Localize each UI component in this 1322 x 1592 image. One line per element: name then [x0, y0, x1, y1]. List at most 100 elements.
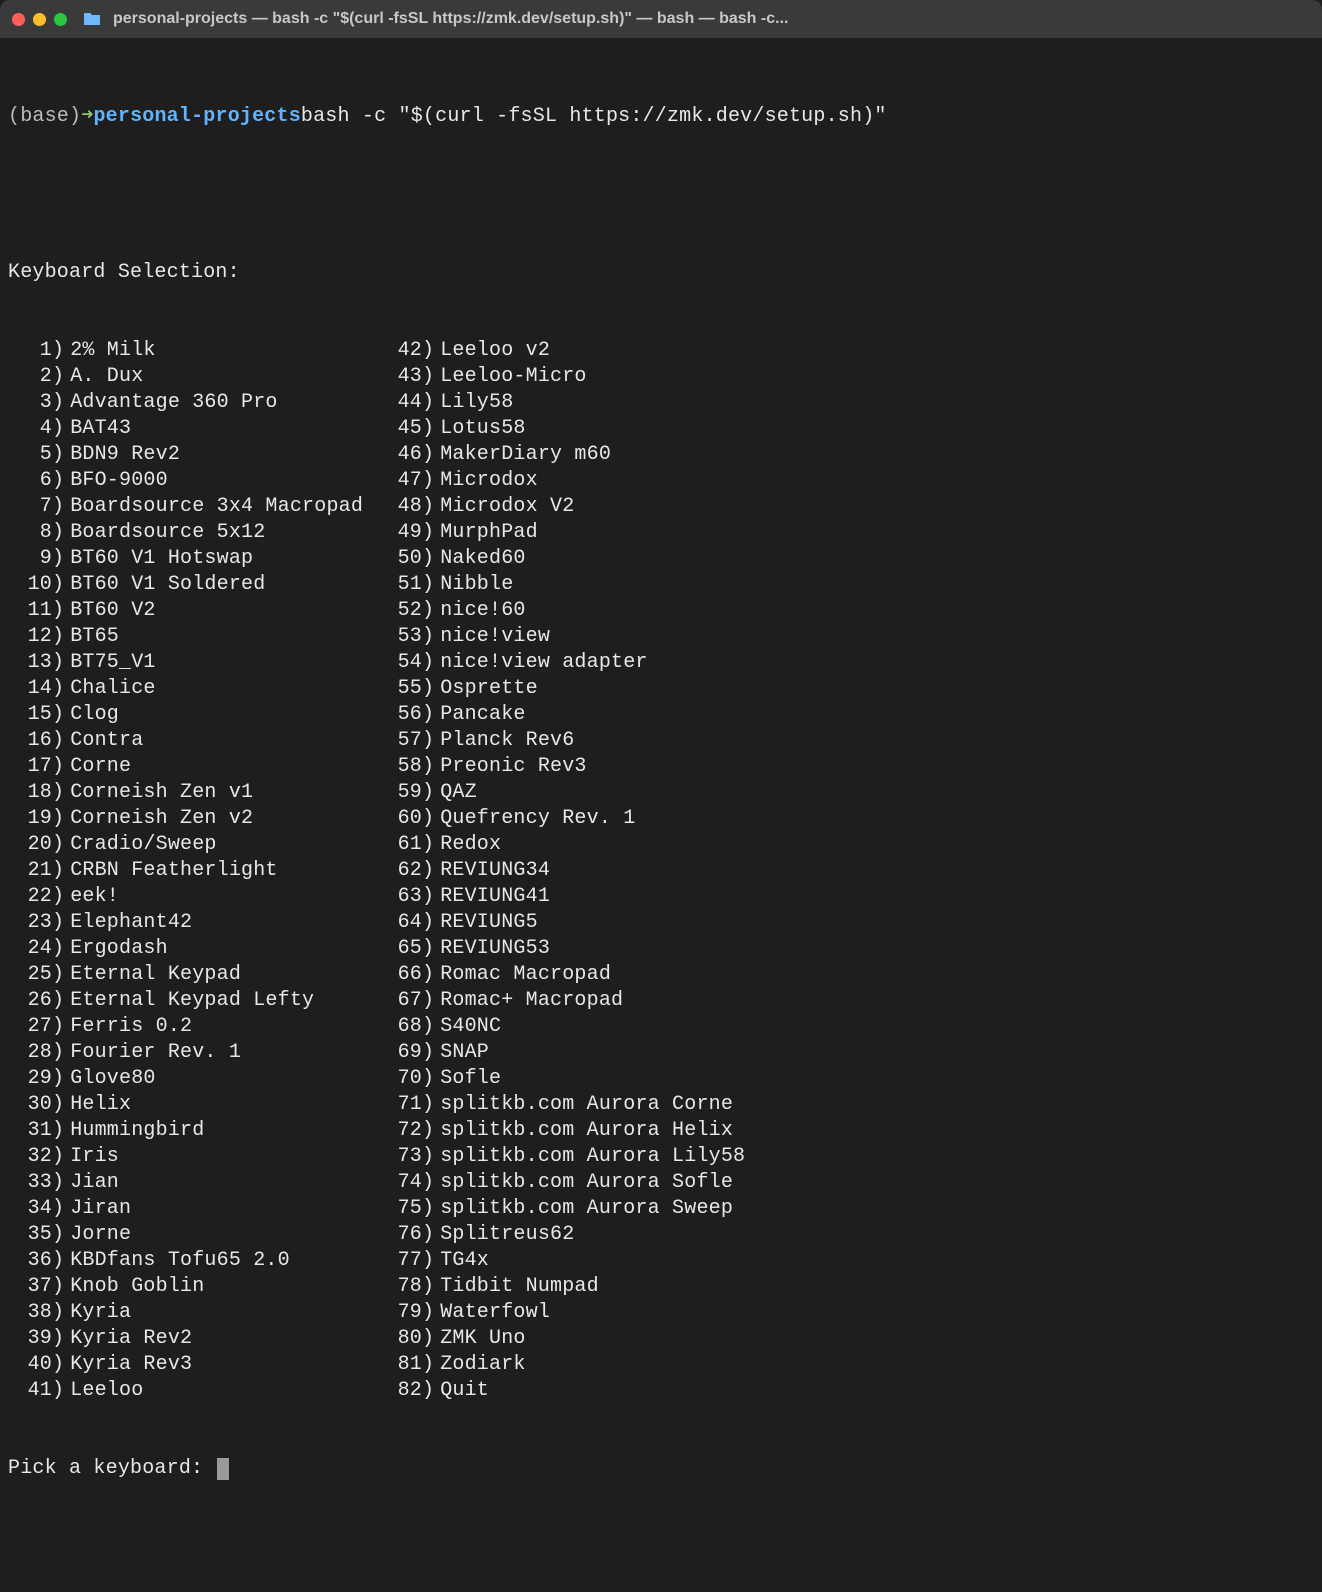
list-item[interactable]: 9)BT60 V1 Hotswap	[8, 546, 378, 572]
list-item[interactable]: 11)BT60 V2	[8, 598, 378, 624]
list-item[interactable]: 37)Knob Goblin	[8, 1274, 378, 1300]
list-item[interactable]: 51)Nibble	[378, 572, 745, 598]
list-item[interactable]: 81)Zodiark	[378, 1352, 745, 1378]
list-item[interactable]: 34)Jiran	[8, 1196, 378, 1222]
list-item[interactable]: 15)Clog	[8, 702, 378, 728]
list-item[interactable]: 41)Leeloo	[8, 1378, 378, 1404]
list-item[interactable]: 21)CRBN Featherlight	[8, 858, 378, 884]
list-item-paren: )	[422, 1014, 434, 1040]
list-item[interactable]: 50)Naked60	[378, 546, 745, 572]
list-item[interactable]: 66)Romac Macropad	[378, 962, 745, 988]
list-item-number: 34	[8, 1196, 52, 1222]
list-item[interactable]: 4)BAT43	[8, 416, 378, 442]
list-item[interactable]: 55)Osprette	[378, 676, 745, 702]
list-item[interactable]: 18)Corneish Zen v1	[8, 780, 378, 806]
list-item[interactable]: 19)Corneish Zen v2	[8, 806, 378, 832]
maximize-icon[interactable]	[54, 13, 67, 26]
list-item[interactable]: 63)REVIUNG41	[378, 884, 745, 910]
list-item[interactable]: 1)2% Milk	[8, 338, 378, 364]
list-item[interactable]: 27)Ferris 0.2	[8, 1014, 378, 1040]
list-item[interactable]: 24)Ergodash	[8, 936, 378, 962]
list-item[interactable]: 14)Chalice	[8, 676, 378, 702]
minimize-icon[interactable]	[33, 13, 46, 26]
close-icon[interactable]	[12, 13, 25, 26]
list-item[interactable]: 61)Redox	[378, 832, 745, 858]
list-item-label: splitkb.com Aurora Lily58	[434, 1144, 745, 1170]
list-item[interactable]: 65)REVIUNG53	[378, 936, 745, 962]
list-item[interactable]: 49)MurphPad	[378, 520, 745, 546]
list-item[interactable]: 12)BT65	[8, 624, 378, 650]
list-item[interactable]: 52)nice!60	[378, 598, 745, 624]
list-item[interactable]: 73)splitkb.com Aurora Lily58	[378, 1144, 745, 1170]
list-item[interactable]: 5)BDN9 Rev2	[8, 442, 378, 468]
list-item[interactable]: 82)Quit	[378, 1378, 745, 1404]
list-item[interactable]: 25)Eternal Keypad	[8, 962, 378, 988]
list-item[interactable]: 6)BFO-9000	[8, 468, 378, 494]
list-item[interactable]: 74)splitkb.com Aurora Sofle	[378, 1170, 745, 1196]
list-item[interactable]: 54)nice!view adapter	[378, 650, 745, 676]
list-item-number: 45	[378, 416, 422, 442]
list-item[interactable]: 30)Helix	[8, 1092, 378, 1118]
cursor-icon[interactable]	[217, 1458, 229, 1480]
shell-prompt: (base) ➜ personal-projects bash -c "$(cu…	[8, 104, 1314, 130]
list-item[interactable]: 75)splitkb.com Aurora Sweep	[378, 1196, 745, 1222]
list-item-number: 73	[378, 1144, 422, 1170]
list-item[interactable]: 29)Glove80	[8, 1066, 378, 1092]
list-item[interactable]: 72)splitkb.com Aurora Helix	[378, 1118, 745, 1144]
list-item[interactable]: 58)Preonic Rev3	[378, 754, 745, 780]
list-item[interactable]: 64)REVIUNG5	[378, 910, 745, 936]
list-item-paren: )	[422, 1040, 434, 1066]
list-item-number: 41	[8, 1378, 52, 1404]
list-item[interactable]: 16)Contra	[8, 728, 378, 754]
list-item[interactable]: 2)A. Dux	[8, 364, 378, 390]
list-item[interactable]: 80)ZMK Uno	[378, 1326, 745, 1352]
terminal-body[interactable]: (base) ➜ personal-projects bash -c "$(cu…	[0, 38, 1322, 1516]
list-item-paren: )	[52, 754, 64, 780]
list-item[interactable]: 62)REVIUNG34	[378, 858, 745, 884]
list-item[interactable]: 59)QAZ	[378, 780, 745, 806]
list-item[interactable]: 20)Cradio/Sweep	[8, 832, 378, 858]
list-item[interactable]: 53)nice!view	[378, 624, 745, 650]
list-item[interactable]: 76)Splitreus62	[378, 1222, 745, 1248]
list-item[interactable]: 8)Boardsource 5x12	[8, 520, 378, 546]
list-item[interactable]: 23)Elephant42	[8, 910, 378, 936]
list-item[interactable]: 32)Iris	[8, 1144, 378, 1170]
list-item[interactable]: 79)Waterfowl	[378, 1300, 745, 1326]
list-item-number: 49	[378, 520, 422, 546]
list-item[interactable]: 77)TG4x	[378, 1248, 745, 1274]
list-item[interactable]: 67)Romac+ Macropad	[378, 988, 745, 1014]
list-item[interactable]: 13)BT75_V1	[8, 650, 378, 676]
list-item[interactable]: 69)SNAP	[378, 1040, 745, 1066]
list-item[interactable]: 60)Quefrency Rev. 1	[378, 806, 745, 832]
list-item[interactable]: 33)Jian	[8, 1170, 378, 1196]
list-item[interactable]: 10)BT60 V1 Soldered	[8, 572, 378, 598]
list-item[interactable]: 56)Pancake	[378, 702, 745, 728]
list-item[interactable]: 17)Corne	[8, 754, 378, 780]
list-item[interactable]: 40)Kyria Rev3	[8, 1352, 378, 1378]
list-item[interactable]: 46)MakerDiary m60	[378, 442, 745, 468]
list-item[interactable]: 3)Advantage 360 Pro	[8, 390, 378, 416]
list-item[interactable]: 78)Tidbit Numpad	[378, 1274, 745, 1300]
list-item-paren: )	[422, 780, 434, 806]
list-item[interactable]: 35)Jorne	[8, 1222, 378, 1248]
list-item[interactable]: 43)Leeloo-Micro	[378, 364, 745, 390]
list-item[interactable]: 71)splitkb.com Aurora Corne	[378, 1092, 745, 1118]
list-item[interactable]: 36)KBDfans Tofu65 2.0	[8, 1248, 378, 1274]
list-item[interactable]: 44)Lily58	[378, 390, 745, 416]
list-item[interactable]: 68)S40NC	[378, 1014, 745, 1040]
list-item[interactable]: 47)Microdox	[378, 468, 745, 494]
list-item-number: 40	[8, 1352, 52, 1378]
list-item[interactable]: 39)Kyria Rev2	[8, 1326, 378, 1352]
list-item[interactable]: 70)Sofle	[378, 1066, 745, 1092]
list-item[interactable]: 38)Kyria	[8, 1300, 378, 1326]
list-item[interactable]: 28)Fourier Rev. 1	[8, 1040, 378, 1066]
list-item[interactable]: 26)Eternal Keypad Lefty	[8, 988, 378, 1014]
list-item[interactable]: 22)eek!	[8, 884, 378, 910]
list-item[interactable]: 45)Lotus58	[378, 416, 745, 442]
list-item[interactable]: 7)Boardsource 3x4 Macropad	[8, 494, 378, 520]
list-item-label: Helix	[64, 1092, 131, 1118]
list-item[interactable]: 57)Planck Rev6	[378, 728, 745, 754]
list-item[interactable]: 48)Microdox V2	[378, 494, 745, 520]
list-item[interactable]: 42)Leeloo v2	[378, 338, 745, 364]
list-item[interactable]: 31)Hummingbird	[8, 1118, 378, 1144]
